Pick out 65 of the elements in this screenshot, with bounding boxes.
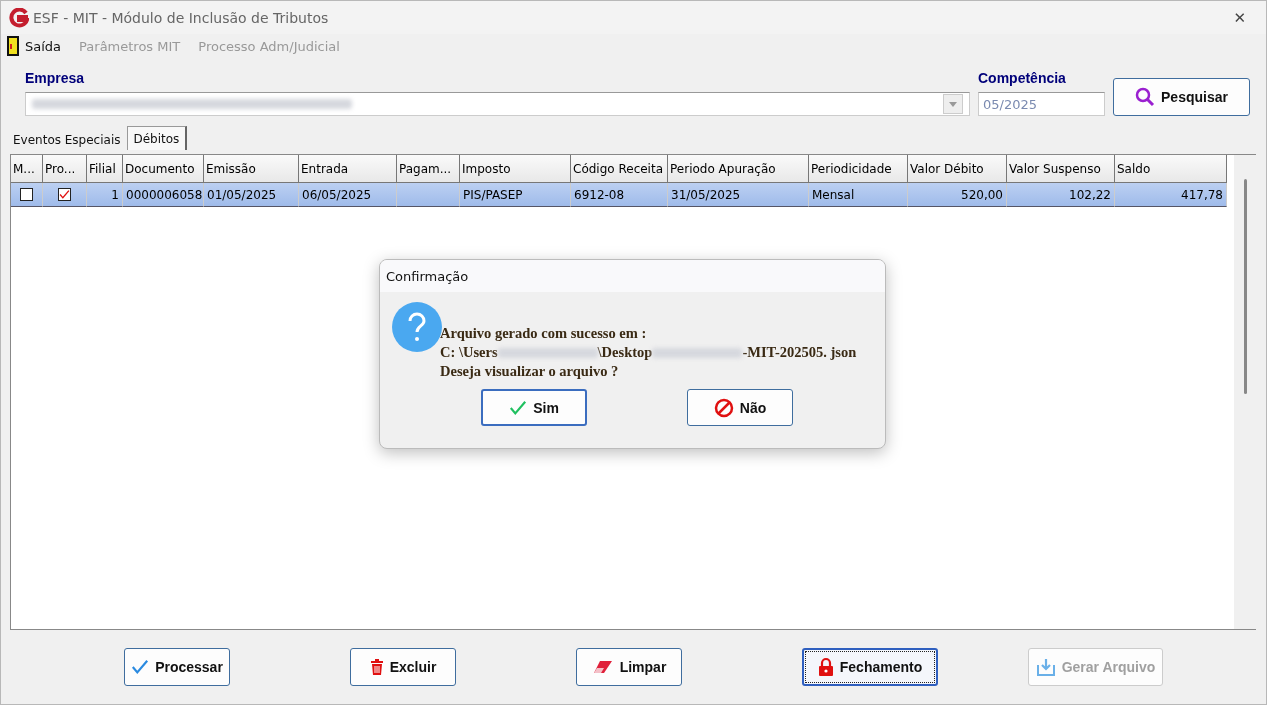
prohibited-icon <box>713 397 734 418</box>
column-header[interactable]: Valor Suspenso <box>1007 155 1115 183</box>
company-dropdown[interactable] <box>25 92 970 116</box>
tab[interactable]: Débitos <box>126 126 188 150</box>
check-icon <box>131 658 150 676</box>
field-label: Empresa <box>25 70 86 86</box>
action-button[interactable]: Processar <box>124 648 230 686</box>
action-button[interactable]: Limpar <box>576 648 682 686</box>
column-header[interactable]: Imposto <box>460 155 571 183</box>
column-header[interactable]: Código Receita <box>571 155 668 183</box>
message-text: Arquivo gerado com sucesso em : <box>440 324 648 343</box>
eraser-icon <box>591 659 614 675</box>
trash-icon <box>369 658 384 676</box>
column-header[interactable]: Emissão <box>204 155 299 183</box>
column-header[interactable]: Pro... <box>43 155 87 183</box>
field-label: Competência <box>978 70 1067 86</box>
file-path-text: \Desktop <box>597 343 653 362</box>
table-cell: 520,00 <box>908 183 1007 207</box>
file-path-text: -MIT-202505. json <box>742 343 857 362</box>
table-cell: 417,78 <box>1115 183 1227 207</box>
table-cell: 06/05/2025 <box>299 183 397 207</box>
door-icon <box>7 36 19 56</box>
table-cell: PIS/PASEP <box>460 183 571 207</box>
window-title: ESF - MIT - Módulo de Inclusão de Tributos <box>33 9 330 26</box>
column-header[interactable]: Documento <box>123 155 204 183</box>
file-path-text: C: \Users <box>440 343 498 362</box>
app-logo-icon <box>9 7 29 28</box>
checkbox[interactable] <box>58 188 71 201</box>
close-button[interactable]: ✕ <box>1221 8 1258 27</box>
column-header[interactable]: Filial <box>87 155 123 183</box>
table-cell: 6912-08 <box>571 183 668 207</box>
table-cell: 1 <box>87 183 123 207</box>
dialog-button[interactable]: Não <box>687 389 793 426</box>
period-field[interactable]: 05/2025 <box>978 92 1105 116</box>
search-icon <box>1135 87 1156 107</box>
table-cell: 0000006058 <box>123 183 204 207</box>
action-button[interactable]: Excluir <box>350 648 456 686</box>
checkbox[interactable] <box>20 188 33 201</box>
dialog-title: Confirmação <box>386 268 469 284</box>
check-icon <box>509 398 528 417</box>
table-cell <box>397 183 460 207</box>
table-cell: 102,22 <box>1007 183 1115 207</box>
scrollbar-thumb[interactable] <box>1243 179 1247 394</box>
download-icon <box>1035 657 1056 677</box>
table-cell: 31/05/2025 <box>668 183 809 207</box>
action-button[interactable]: Fechamento <box>802 648 938 686</box>
column-header[interactable]: Valor Débito <box>908 155 1007 183</box>
check-icon <box>59 189 70 200</box>
question-icon <box>392 302 442 352</box>
column-header[interactable]: Periodicidade <box>809 155 908 183</box>
tab[interactable]: Eventos Especiais <box>7 130 127 150</box>
padlock-icon <box>817 657 834 677</box>
column-header[interactable]: Periodo Apuração <box>668 155 809 183</box>
table-cell: Mensal <box>809 183 908 207</box>
column-header[interactable]: Saldo <box>1115 155 1227 183</box>
dropdown-button[interactable] <box>943 94 963 114</box>
column-header[interactable]: M... <box>11 155 43 183</box>
dialog-button[interactable]: Sim <box>481 389 587 426</box>
search-button[interactable]: Pesquisar <box>1113 78 1250 116</box>
caret-icon <box>949 101 957 107</box>
table-cell: 01/05/2025 <box>204 183 299 207</box>
column-header[interactable]: Pagam... <box>397 155 460 183</box>
message-text: Deseja visualizar o arquivo ? <box>440 362 620 381</box>
menu-item[interactable]: Saída <box>25 38 62 54</box>
column-header[interactable]: Entrada <box>299 155 397 183</box>
